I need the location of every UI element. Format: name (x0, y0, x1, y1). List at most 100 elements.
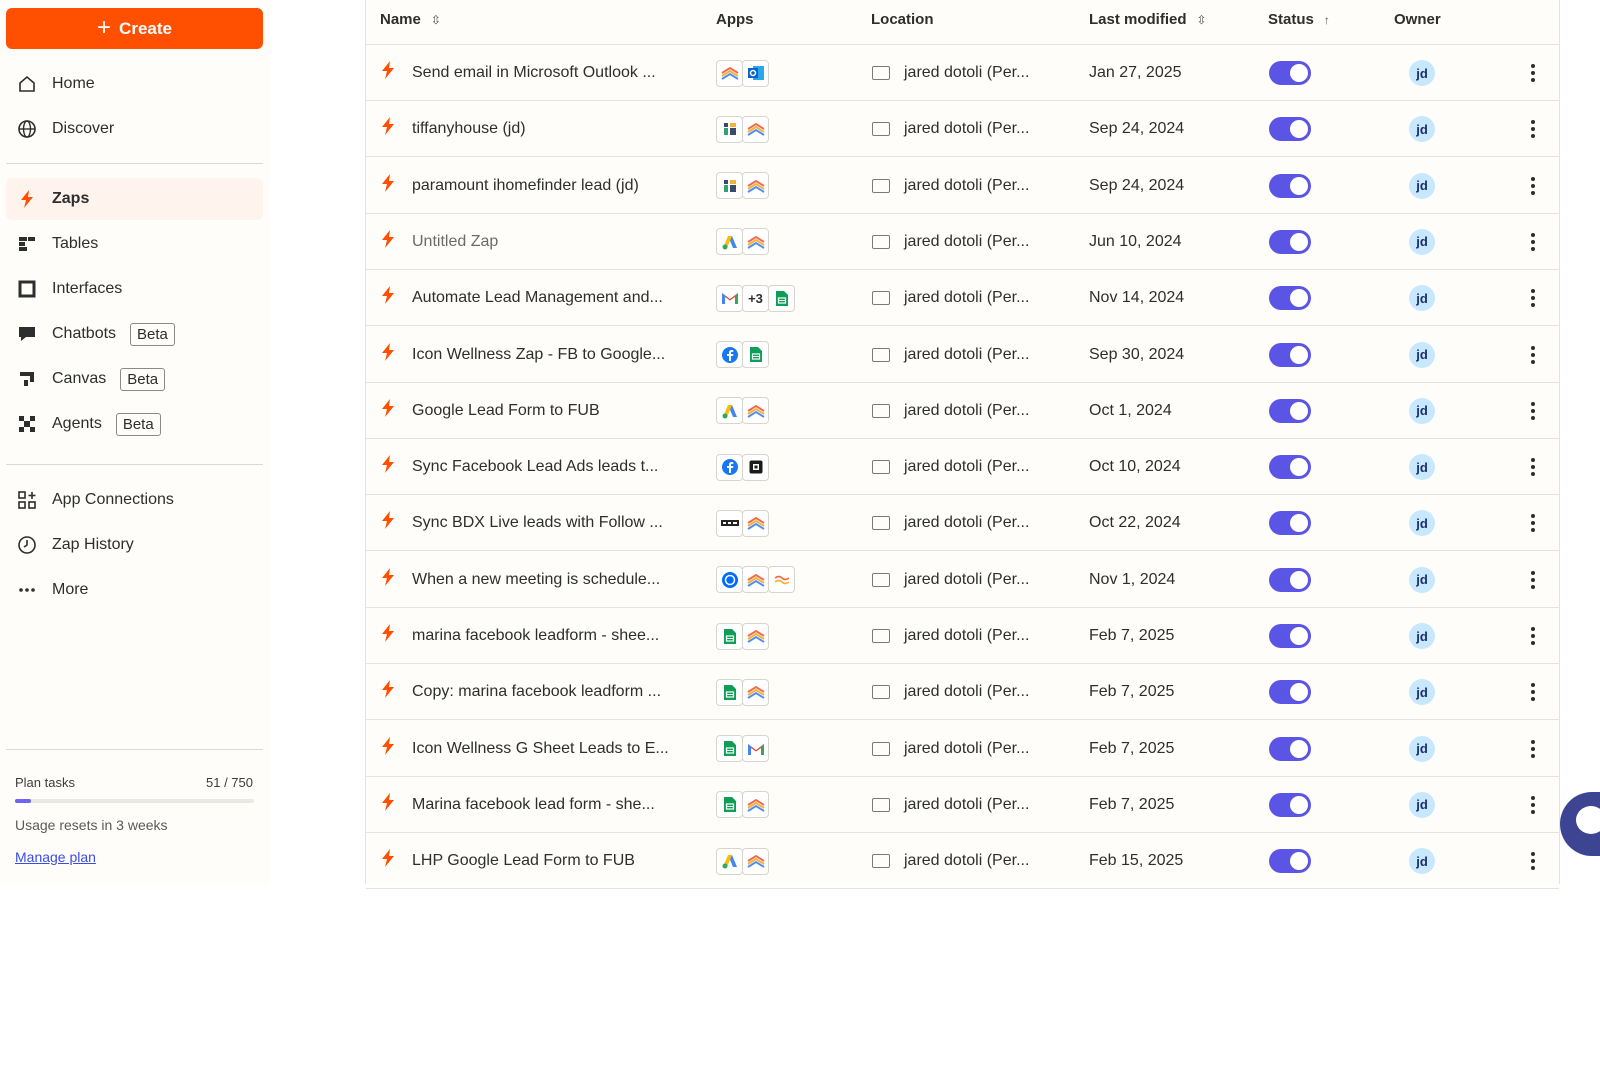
location-cell[interactable]: jared dotoli (Per... (872, 495, 1029, 551)
row-actions[interactable] (1525, 383, 1541, 439)
location-cell[interactable]: jared dotoli (Per... (872, 327, 1029, 383)
kebab-menu-icon[interactable] (1525, 790, 1541, 820)
table-row[interactable]: Icon Wellness G Sheet Leads to E... jare… (366, 721, 1559, 777)
status-toggle[interactable] (1269, 398, 1311, 423)
zap-name-cell[interactable]: Sync Facebook Lead Ads leads t... (380, 439, 710, 495)
zap-name-cell[interactable]: When a new meeting is schedule... (380, 552, 710, 608)
row-actions[interactable] (1525, 777, 1541, 833)
zap-name-cell[interactable]: paramount ihomefinder lead (jd) (380, 158, 710, 214)
table-row[interactable]: LHP Google Lead Form to FUB jared dotoli… (366, 833, 1559, 890)
sidebar-item-canvas[interactable]: Canvas Beta (6, 358, 263, 400)
row-actions[interactable] (1525, 214, 1541, 270)
kebab-menu-icon[interactable] (1525, 283, 1541, 313)
location-cell[interactable]: jared dotoli (Per... (872, 101, 1029, 157)
location-cell[interactable]: jared dotoli (Per... (872, 383, 1029, 439)
table-row[interactable]: When a new meeting is schedule... jared … (366, 552, 1559, 608)
zap-name-cell[interactable]: Untitled Zap (380, 214, 710, 270)
zap-name-cell[interactable]: Send email in Microsoft Outlook ... (380, 45, 710, 101)
location-cell[interactable]: jared dotoli (Per... (872, 608, 1029, 664)
status-toggle[interactable] (1269, 61, 1311, 85)
status-toggle[interactable] (1269, 567, 1311, 592)
column-header-name[interactable]: Name ⇳ (380, 11, 441, 28)
kebab-menu-icon[interactable] (1525, 58, 1541, 88)
status-toggle[interactable] (1269, 736, 1311, 761)
zap-name-cell[interactable]: Sync BDX Live leads with Follow ... (380, 495, 710, 551)
sidebar-item-agents[interactable]: Agents Beta (6, 403, 263, 445)
zap-name-cell[interactable]: marina facebook leadform - shee... (380, 608, 710, 664)
row-actions[interactable] (1525, 158, 1541, 214)
table-row[interactable]: paramount ihomefinder lead (jd) jared do… (366, 158, 1559, 214)
zap-name-cell[interactable]: Icon Wellness Zap - FB to Google... (380, 327, 710, 383)
table-row[interactable]: Sync BDX Live leads with Follow ... jare… (366, 495, 1559, 552)
zap-name-cell[interactable]: tiffanyhouse (jd) (380, 101, 710, 157)
sidebar-item-zap-history[interactable]: Zap History (6, 524, 263, 566)
status-toggle[interactable] (1269, 286, 1311, 311)
location-cell[interactable]: jared dotoli (Per... (872, 833, 1029, 889)
status-toggle[interactable] (1269, 680, 1311, 705)
location-cell[interactable]: jared dotoli (Per... (872, 158, 1029, 214)
location-cell[interactable]: jared dotoli (Per... (872, 664, 1029, 720)
status-toggle[interactable] (1269, 342, 1311, 367)
kebab-menu-icon[interactable] (1525, 508, 1541, 538)
table-row[interactable]: tiffanyhouse (jd) jared dotoli (Per... S… (366, 101, 1559, 158)
kebab-menu-icon[interactable] (1525, 565, 1541, 595)
row-actions[interactable] (1525, 721, 1541, 777)
location-cell[interactable]: jared dotoli (Per... (872, 214, 1029, 270)
zap-name-cell[interactable]: Copy: marina facebook leadform ... (380, 664, 710, 720)
status-toggle[interactable] (1269, 117, 1311, 142)
create-button[interactable]: + Create (6, 8, 263, 49)
location-cell[interactable]: jared dotoli (Per... (872, 45, 1029, 101)
status-toggle[interactable] (1269, 511, 1311, 536)
table-row[interactable]: Copy: marina facebook leadform ... jared… (366, 664, 1559, 721)
kebab-menu-icon[interactable] (1525, 452, 1541, 482)
kebab-menu-icon[interactable] (1525, 734, 1541, 764)
zap-name-cell[interactable]: LHP Google Lead Form to FUB (380, 833, 710, 889)
sidebar-item-zaps[interactable]: Zaps (6, 178, 263, 220)
row-actions[interactable] (1525, 552, 1541, 608)
manage-plan-link[interactable]: Manage plan (15, 849, 96, 865)
zap-name-cell[interactable]: Icon Wellness G Sheet Leads to E... (380, 721, 710, 777)
kebab-menu-icon[interactable] (1525, 396, 1541, 426)
sidebar-item-more[interactable]: More (6, 569, 263, 611)
row-actions[interactable] (1525, 833, 1541, 889)
status-toggle[interactable] (1269, 455, 1311, 480)
kebab-menu-icon[interactable] (1525, 621, 1541, 651)
kebab-menu-icon[interactable] (1525, 846, 1541, 876)
kebab-menu-icon[interactable] (1525, 677, 1541, 707)
sidebar-item-tables[interactable]: Tables (6, 223, 263, 265)
kebab-menu-icon[interactable] (1525, 227, 1541, 257)
sidebar-item-chatbots[interactable]: Chatbots Beta (6, 313, 263, 355)
table-row[interactable]: Send email in Microsoft Outlook ... jare… (366, 45, 1559, 101)
kebab-menu-icon[interactable] (1525, 171, 1541, 201)
row-actions[interactable] (1525, 608, 1541, 664)
sidebar-item-discover[interactable]: Discover (6, 108, 263, 150)
location-cell[interactable]: jared dotoli (Per... (872, 439, 1029, 495)
sidebar-item-interfaces[interactable]: Interfaces (6, 268, 263, 310)
status-toggle[interactable] (1269, 849, 1311, 874)
row-actions[interactable] (1525, 270, 1541, 326)
row-actions[interactable] (1525, 495, 1541, 551)
column-header-status[interactable]: Status ↑ (1268, 11, 1330, 28)
location-cell[interactable]: jared dotoli (Per... (872, 777, 1029, 833)
status-toggle[interactable] (1269, 624, 1311, 648)
status-toggle[interactable] (1269, 229, 1311, 254)
status-toggle[interactable] (1269, 173, 1311, 198)
location-cell[interactable]: jared dotoli (Per... (872, 721, 1029, 777)
location-cell[interactable]: jared dotoli (Per... (872, 270, 1029, 326)
kebab-menu-icon[interactable] (1525, 340, 1541, 370)
status-toggle[interactable] (1269, 792, 1311, 817)
row-actions[interactable] (1525, 327, 1541, 383)
sidebar-item-home[interactable]: Home (6, 63, 263, 105)
row-actions[interactable] (1525, 664, 1541, 720)
row-actions[interactable] (1525, 439, 1541, 495)
table-row[interactable]: Marina facebook lead form - she... jared… (366, 777, 1559, 833)
row-actions[interactable] (1525, 45, 1541, 101)
row-actions[interactable] (1525, 101, 1541, 157)
table-row[interactable]: Google Lead Form to FUB jared dotoli (Pe… (366, 383, 1559, 439)
table-row[interactable]: marina facebook leadform - shee... jared… (366, 608, 1559, 664)
table-row[interactable]: Automate Lead Management and... +3 jared… (366, 270, 1559, 327)
table-row[interactable]: Icon Wellness Zap - FB to Google... jare… (366, 327, 1559, 383)
chat-support-button[interactable] (1560, 792, 1600, 856)
kebab-menu-icon[interactable] (1525, 114, 1541, 144)
zap-name-cell[interactable]: Marina facebook lead form - she... (380, 777, 710, 833)
